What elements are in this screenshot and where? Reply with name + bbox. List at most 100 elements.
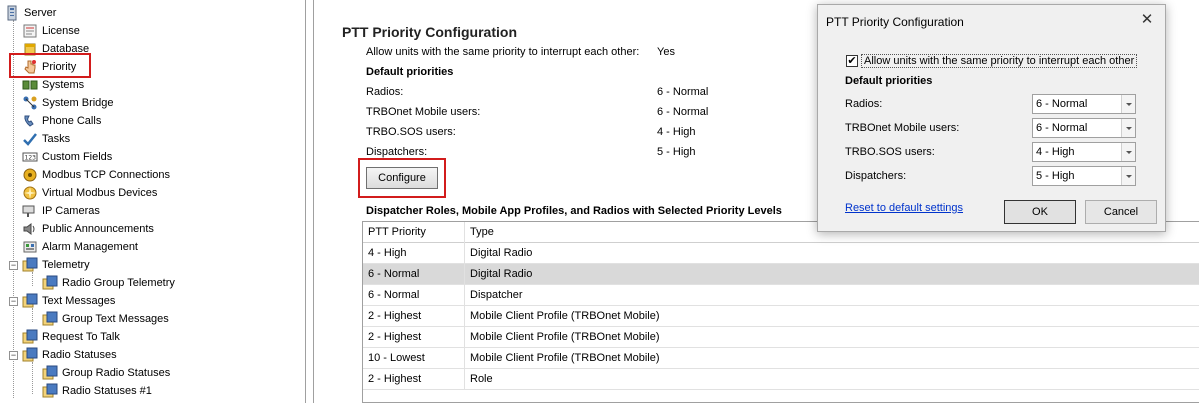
tree-item-telemetry[interactable]: Telemetry xyxy=(22,256,90,274)
column-header-ptt-priority[interactable]: PTT Priority xyxy=(363,222,465,243)
chevron-down-icon[interactable] xyxy=(1121,95,1135,113)
cell-type: Role xyxy=(470,373,493,385)
tree-item-label: Phone Calls xyxy=(42,115,102,127)
tree-item-text-messages[interactable]: Text Messages xyxy=(22,292,115,310)
tree-item-label: Radio Statuses xyxy=(42,349,117,361)
phone-icon xyxy=(22,113,38,129)
close-icon[interactable]: ✕ xyxy=(1139,12,1155,28)
cell-type: Mobile Client Profile (TRBOnet Mobile) xyxy=(470,310,660,322)
chevron-down-icon[interactable] xyxy=(1121,119,1135,137)
dialog-title: PTT Priority Configuration xyxy=(826,15,964,29)
tree-item-ip-cameras[interactable]: IP Cameras xyxy=(22,202,100,220)
radios-priority-select[interactable]: 6 - Normal xyxy=(1032,94,1136,114)
allow-interrupt-value: Yes xyxy=(657,46,675,58)
tree-item-label: Radio Group Telemetry xyxy=(62,277,175,289)
tree-item-public-announcements[interactable]: Public Announcements xyxy=(22,220,154,238)
configure-highlight-box xyxy=(358,158,446,198)
chevron-down-icon[interactable] xyxy=(1121,143,1135,161)
tree-item-label: System Bridge xyxy=(42,97,114,109)
table-row[interactable]: 2 - Highest Mobile Client Profile (TRBOne… xyxy=(363,306,1199,327)
tree-item-tasks[interactable]: Tasks xyxy=(22,130,70,148)
text-messages-expander[interactable]: − xyxy=(9,297,18,306)
tree-item-label: Systems xyxy=(42,79,85,91)
folder-icon xyxy=(42,365,58,381)
tree-item-alarm-management[interactable]: Alarm Management xyxy=(22,238,138,256)
tree-item-label: Radio Statuses #1 xyxy=(62,385,152,397)
cell-ptt-priority: 4 - High xyxy=(363,243,465,264)
table-row[interactable]: 6 - Normal Dispatcher xyxy=(363,285,1199,306)
radio-statuses-expander[interactable]: − xyxy=(9,351,18,360)
priority-highlight-box xyxy=(9,53,91,78)
ok-button[interactable]: OK xyxy=(1004,200,1076,224)
allow-interrupt-label: Allow units with the same priority to in… xyxy=(366,46,640,58)
dispatchers-priority-select[interactable]: 5 - High xyxy=(1032,166,1136,186)
select-value: 5 - High xyxy=(1036,170,1075,182)
tree-item-label: Server xyxy=(24,7,57,19)
chevron-down-icon[interactable] xyxy=(1121,167,1135,185)
cell-ptt-priority: 2 - Highest xyxy=(363,327,465,348)
navigation-tree: Server License Database Priority Systems… xyxy=(0,0,306,403)
cell-type: Mobile Client Profile (TRBOnet Mobile) xyxy=(470,352,660,364)
page-title: PTT Priority Configuration xyxy=(342,24,517,40)
tree-item-label: Alarm Management xyxy=(42,241,138,253)
tree-item-label: Tasks xyxy=(42,133,71,145)
telemetry-expander[interactable]: − xyxy=(9,261,18,270)
tree-item-group-text-messages[interactable]: Group Text Messages xyxy=(42,310,169,328)
table-row[interactable]: 10 - Lowest Mobile Client Profile (TRBOne… xyxy=(363,348,1199,369)
folder-icon xyxy=(22,329,38,345)
reset-defaults-link[interactable]: Reset to default settings xyxy=(845,202,963,214)
tree-item-modbus-tcp[interactable]: Modbus TCP Connections xyxy=(22,166,170,184)
dialog-radios-label: Radios: xyxy=(845,98,883,110)
virtual-modbus-icon xyxy=(22,185,38,201)
dialog-default-priorities-header: Default priorities xyxy=(845,75,933,87)
tree-item-radio-statuses[interactable]: Radio Statuses xyxy=(22,346,117,364)
cancel-button[interactable]: Cancel xyxy=(1085,200,1157,224)
speaker-icon xyxy=(22,221,38,237)
folder-icon xyxy=(22,257,38,273)
table-row[interactable]: 2 - Highest Mobile Client Profile (TRBOne… xyxy=(363,327,1199,348)
select-value: 4 - High xyxy=(1036,146,1075,158)
folder-icon xyxy=(42,275,58,291)
tree-item-request-to-talk[interactable]: Request To Talk xyxy=(22,328,120,346)
cell-type: Mobile Client Profile (TRBOnet Mobile) xyxy=(470,331,660,343)
tree-item-radio-group-telemetry[interactable]: Radio Group Telemetry xyxy=(42,274,175,292)
folder-icon xyxy=(42,311,58,327)
table-row[interactable]: 4 - High Digital Radio xyxy=(363,243,1199,264)
folder-icon xyxy=(22,347,38,363)
sos-users-label: TRBO.SOS users: xyxy=(366,126,456,138)
tree-item-label: Group Text Messages xyxy=(62,313,169,325)
ptt-priority-dialog: PTT Priority Configuration ✕ ✔ Allow uni… xyxy=(817,4,1166,232)
table-row[interactable]: 2 - Highest Role xyxy=(363,369,1199,390)
mobile-users-priority-select[interactable]: 6 - Normal xyxy=(1032,118,1136,138)
tree-item-virtual-modbus[interactable]: Virtual Modbus Devices xyxy=(22,184,157,202)
tree-item-group-radio-statuses[interactable]: Group Radio Statuses xyxy=(42,364,170,382)
server-icon xyxy=(4,5,20,21)
tree-item-custom-fields[interactable]: 123 Custom Fields xyxy=(22,148,112,166)
cell-type: Digital Radio xyxy=(470,247,533,259)
allow-interrupt-checkbox-label[interactable]: Allow units with the same priority to in… xyxy=(861,54,1138,68)
radios-value: 6 - Normal xyxy=(657,86,709,98)
tree-item-label: Modbus TCP Connections xyxy=(42,169,170,181)
camera-icon xyxy=(22,203,38,219)
tree-item-systems[interactable]: Systems xyxy=(22,76,84,94)
tree-item-license[interactable]: License xyxy=(22,22,80,40)
sos-users-priority-select[interactable]: 4 - High xyxy=(1032,142,1136,162)
mobile-users-label: TRBOnet Mobile users: xyxy=(366,106,481,118)
dialog-dispatchers-label: Dispatchers: xyxy=(845,170,907,182)
cell-type: Digital Radio xyxy=(470,268,533,280)
tree-item-server[interactable]: Server xyxy=(4,4,56,22)
tree-item-phone-calls[interactable]: Phone Calls xyxy=(22,112,101,130)
select-value: 6 - Normal xyxy=(1036,122,1088,134)
cell-ptt-priority: 2 - Highest xyxy=(363,369,465,390)
cell-ptt-priority: 10 - Lowest xyxy=(363,348,465,369)
table-row[interactable]: 6 - Normal Digital Radio xyxy=(363,264,1199,285)
tree-item-system-bridge[interactable]: System Bridge xyxy=(22,94,114,112)
system-bridge-icon xyxy=(22,95,38,111)
sos-users-value: 4 - High xyxy=(657,126,696,138)
reset-defaults-link-text[interactable]: Reset to default settings xyxy=(845,202,963,214)
folder-icon xyxy=(42,383,58,399)
allow-interrupt-checkbox[interactable]: ✔ xyxy=(846,55,858,67)
tree-item-radio-statuses-1[interactable]: Radio Statuses #1 xyxy=(42,382,152,400)
priority-grid: PTT Priority Type 4 - High Digital Radio 6… xyxy=(362,221,1199,403)
tree-item-label: Text Messages xyxy=(42,295,116,307)
